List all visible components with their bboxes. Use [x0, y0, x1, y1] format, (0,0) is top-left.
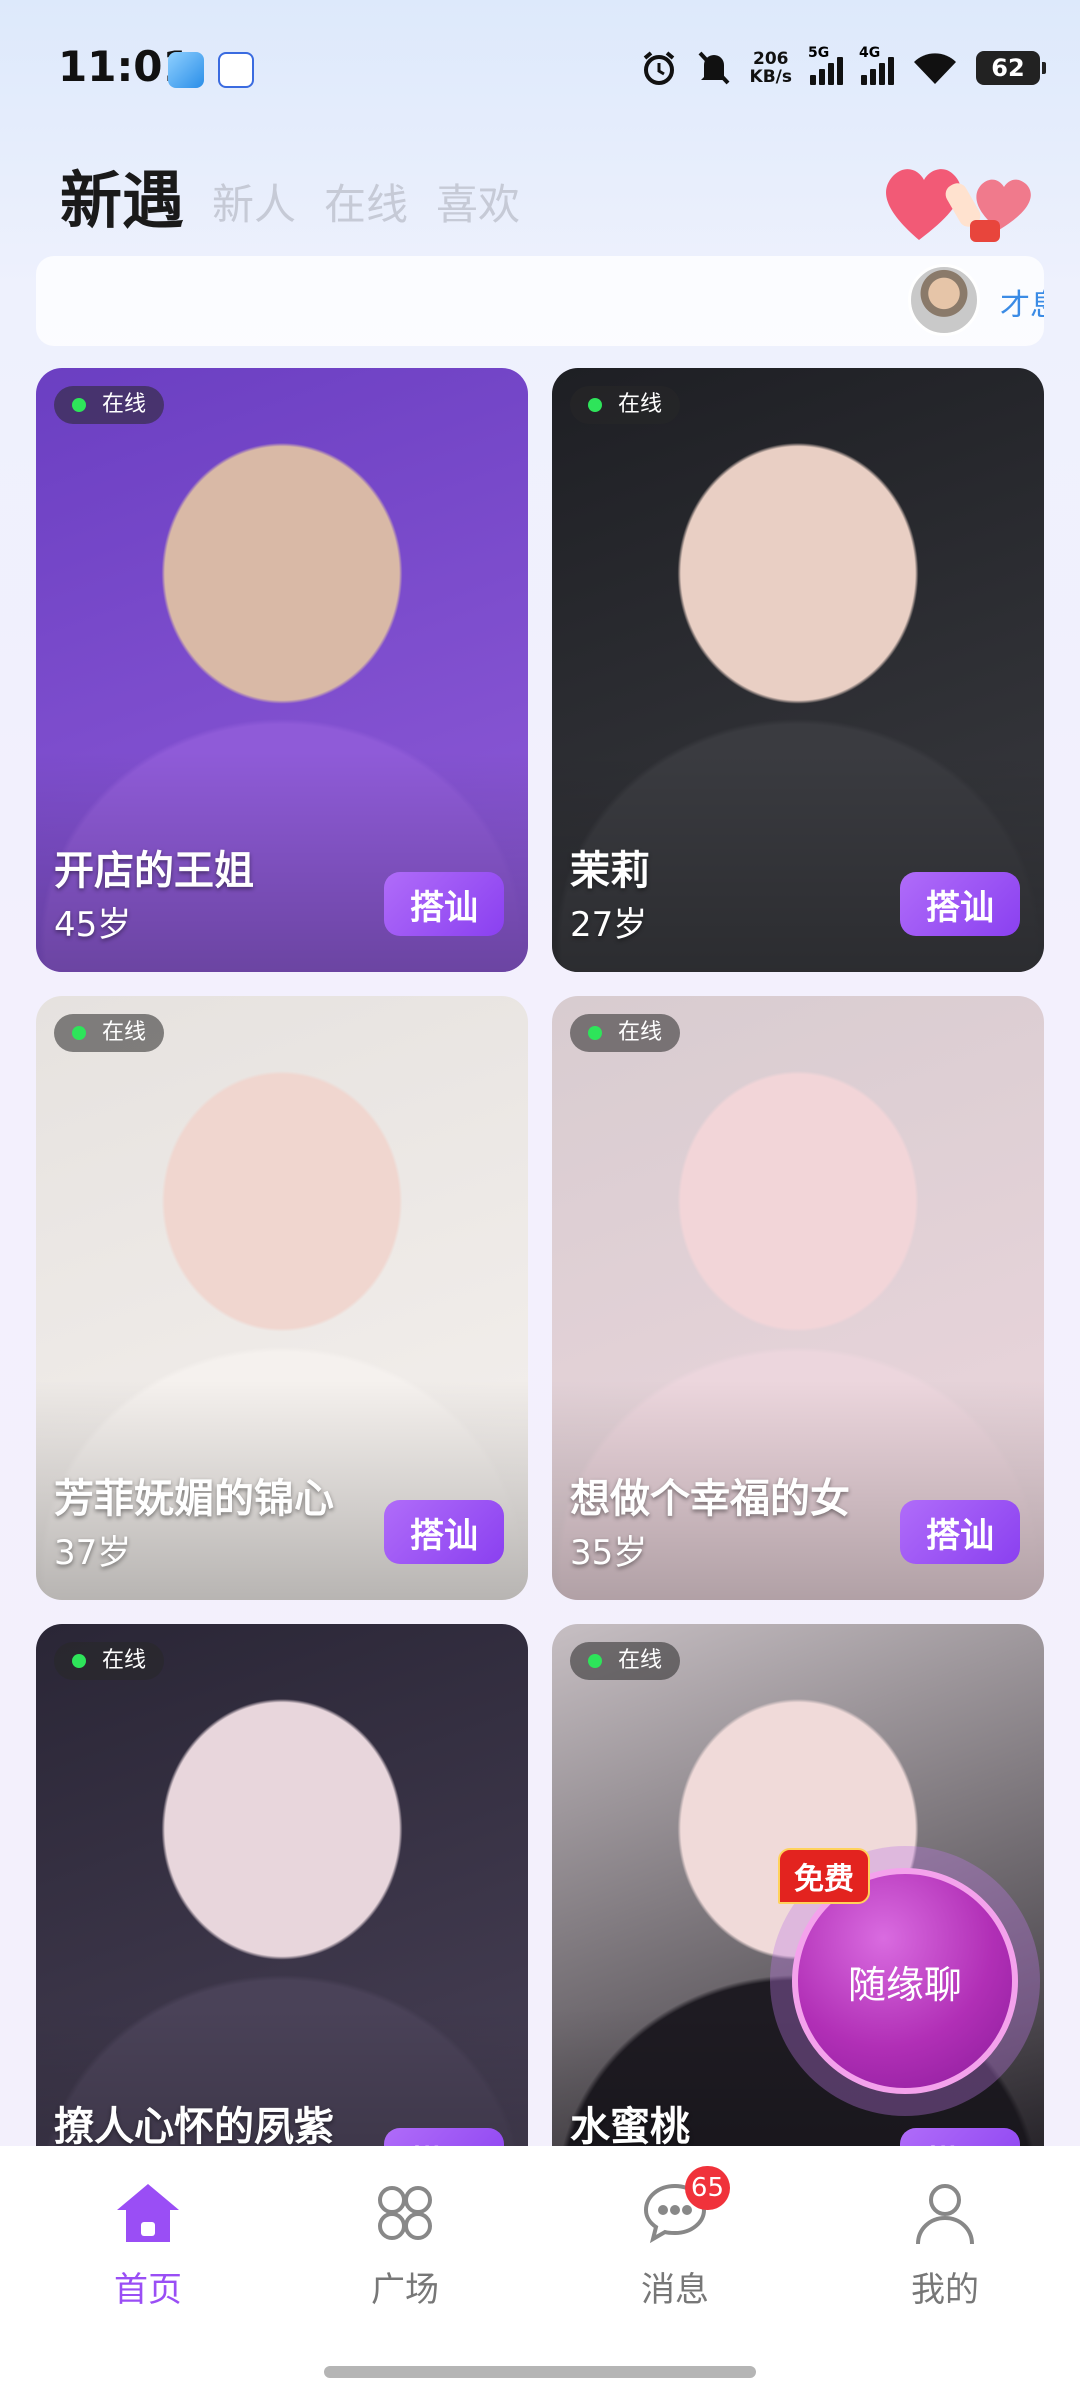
user-name: 茉莉 [570, 848, 650, 894]
nav-messages-label: 消息 [641, 2270, 709, 2310]
status-bar: 11:01 206 KB/s 5G 4G 62 [0, 0, 1080, 140]
tab-online[interactable]: 在线 [324, 171, 408, 240]
user-name: 水蜜桃 [570, 2104, 690, 2150]
user-card[interactable]: 在线 茉莉 27岁 搭讪 [552, 368, 1044, 972]
signal-5g-icon: 5G [808, 45, 843, 85]
user-age: 35岁 [570, 1533, 648, 1573]
user-card[interactable]: 在线 开店的王姐 45岁 搭讪 [36, 368, 528, 972]
status-indicators: 206 KB/s 5G 4G 62 [640, 44, 1046, 92]
user-card[interactable]: 在线 芳菲妩媚的锦心 37岁 搭讪 [36, 996, 528, 1600]
user-age: 45岁 [54, 905, 132, 945]
user-name: 撩人心怀的夙紫 [54, 2104, 334, 2150]
random-chat-button[interactable]: 随缘聊 免费 [770, 1846, 1040, 2116]
notice-banner[interactable]: 才息 [36, 256, 1044, 346]
online-badge: 在线 [570, 1014, 681, 1052]
nav-square[interactable]: 广场 [315, 2178, 495, 2311]
nav-home-label: 首页 [114, 2270, 182, 2310]
user-name: 想做个幸福的女 [570, 1476, 850, 1522]
greet-button[interactable]: 搭讪 [900, 1500, 1020, 1564]
home-icon [113, 2178, 183, 2248]
battery-indicator: 62 [976, 51, 1046, 85]
user-age: 37岁 [54, 1533, 132, 1573]
greet-button[interactable]: 搭讪 [384, 1500, 504, 1564]
user-name: 芳菲妩媚的锦心 [54, 1476, 334, 1522]
square-icon [370, 2178, 440, 2248]
home-indicator[interactable] [324, 2366, 756, 2378]
online-badge: 在线 [570, 386, 681, 424]
signal-4g-icon: 4G [859, 45, 894, 85]
nav-messages[interactable]: 65 消息 [585, 2166, 765, 2311]
user-name: 开店的王姐 [54, 848, 254, 894]
greet-button[interactable]: 搭讪 [900, 872, 1020, 936]
online-badge: 在线 [54, 386, 165, 424]
user-card[interactable]: 在线 想做个幸福的女 35岁 搭讪 [552, 996, 1044, 1600]
tab-new-encounter[interactable]: 新遇 [60, 150, 184, 240]
greet-button[interactable]: 搭讪 [384, 872, 504, 936]
user-card[interactable]: 在线 撩人心怀的夙紫 搭讪 [36, 1624, 528, 2228]
net-speed: 206 KB/s [749, 49, 792, 87]
wifi-icon [914, 53, 956, 84]
message-icon: 65 [640, 2166, 730, 2248]
unread-badge: 65 [684, 2166, 730, 2210]
free-tag: 免费 [778, 1848, 870, 1904]
nav-square-label: 广场 [371, 2270, 439, 2310]
hearts-like-icon[interactable] [874, 150, 1044, 250]
top-tabs: 新遇 新人 在线 喜欢 [60, 150, 520, 240]
profile-icon [910, 2178, 980, 2248]
telegram-icon [168, 52, 204, 88]
alarm-icon [643, 51, 674, 85]
nav-profile-label: 我的 [911, 2270, 979, 2310]
bottom-nav: 首页 广场 65 消息 我的 [0, 2146, 1080, 2400]
nav-profile[interactable]: 我的 [855, 2178, 1035, 2311]
banner-text: 才息 [1000, 288, 1044, 323]
nav-home[interactable]: 首页 [58, 2178, 238, 2311]
mute-icon [698, 51, 729, 85]
tab-newcomers[interactable]: 新人 [212, 171, 296, 240]
tab-likes[interactable]: 喜欢 [436, 171, 520, 240]
online-badge: 在线 [570, 1642, 681, 1680]
user-age: 27岁 [570, 905, 648, 945]
baidu-icon [218, 52, 254, 88]
online-badge: 在线 [54, 1014, 165, 1052]
online-badge: 在线 [54, 1642, 165, 1680]
avatar[interactable] [908, 264, 980, 336]
